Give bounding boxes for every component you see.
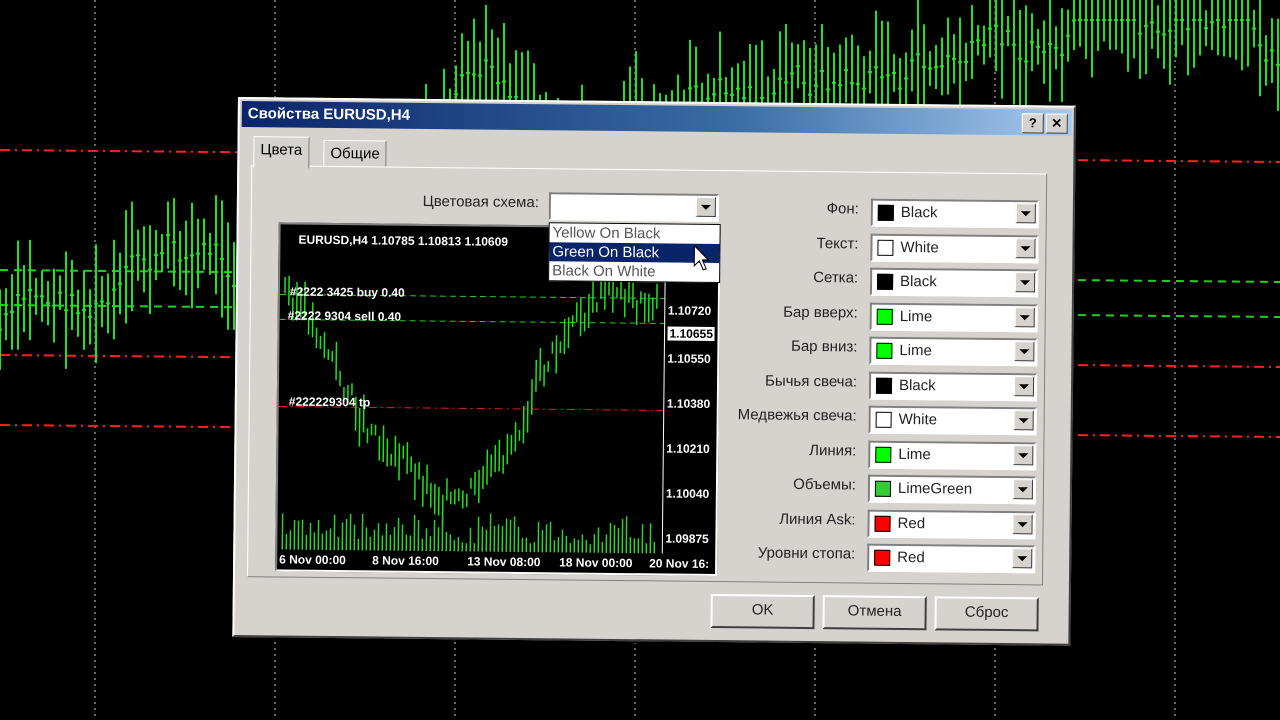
- scheme-option-yellow-on-black[interactable]: Yellow On Black: [549, 223, 719, 244]
- setting-color-value: Lime: [899, 341, 932, 360]
- setting-label: Линия Ask:: [779, 510, 856, 528]
- setting-label: Уровни стопа:: [757, 544, 856, 563]
- color-swatch-icon: [877, 204, 894, 221]
- color-swatch-icon: [877, 239, 894, 256]
- time-tick: 18 Nov 00:00: [559, 555, 633, 571]
- cancel-button[interactable]: Отмена: [822, 595, 927, 631]
- help-button[interactable]: ?: [1021, 113, 1044, 134]
- setting-color-select[interactable]: Red: [867, 543, 1036, 574]
- chevron-down-icon[interactable]: [1012, 479, 1034, 500]
- setting-color-value: Black: [900, 203, 938, 222]
- setting-label: Объемы:: [793, 475, 857, 494]
- chart-properties-dialog: Свойства EURUSD,H4 ? ✕ Цвета Общие Цвето…: [232, 97, 1076, 646]
- setting-color-value: Lime: [899, 307, 933, 325]
- chevron-down-icon[interactable]: [1014, 341, 1035, 362]
- color-swatch-icon: [875, 411, 892, 428]
- setting-color-select[interactable]: Lime: [869, 302, 1038, 332]
- setting-color-select[interactable]: Black: [870, 198, 1039, 229]
- setting-color-select[interactable]: LimeGreen: [867, 474, 1037, 505]
- setting-color-select[interactable]: White: [870, 233, 1039, 263]
- chevron-down-icon[interactable]: [1013, 410, 1034, 431]
- order-label-sell: #2222 9304 sell 0.40: [287, 308, 402, 324]
- color-swatch-icon: [875, 446, 892, 463]
- setting-color-select[interactable]: Red: [867, 509, 1036, 539]
- time-tick: 6 Nov 00:00: [279, 552, 346, 568]
- color-swatch-icon: [875, 377, 893, 394]
- color-swatch-icon: [876, 308, 893, 325]
- setting-label: Медвежья свеча:: [737, 406, 857, 425]
- dialog-title: Свойства EURUSD,H4: [247, 105, 411, 124]
- setting-label: Бар вверх:: [783, 303, 858, 322]
- chevron-down-icon[interactable]: [1015, 203, 1036, 224]
- chevron-down-icon[interactable]: [1012, 548, 1033, 569]
- chevron-down-icon[interactable]: [1013, 444, 1034, 465]
- setting-color-select[interactable]: Black: [869, 267, 1039, 298]
- setting-label: Фон:: [826, 200, 859, 218]
- preview-header: EURUSD,H4 1.10785 1.10813 1.10609: [298, 232, 509, 249]
- tab-general[interactable]: Общие: [323, 139, 387, 169]
- setting-color-value: LimeGreen: [897, 479, 973, 498]
- setting-color-select[interactable]: Lime: [869, 336, 1038, 367]
- setting-color-value: Red: [897, 514, 926, 532]
- color-swatch-icon: [874, 515, 891, 532]
- mouse-cursor-icon: [693, 244, 710, 271]
- setting-label: Линия:: [809, 441, 857, 459]
- close-button[interactable]: ✕: [1045, 113, 1068, 134]
- setting-color-value: Black: [900, 272, 937, 291]
- time-tick: 8 Nov 16:00: [372, 553, 439, 569]
- chevron-down-icon[interactable]: [1012, 513, 1033, 534]
- color-swatch-icon: [876, 342, 893, 359]
- tab-colors[interactable]: Цвета: [253, 136, 310, 169]
- setting-label: Бычья свеча:: [764, 372, 858, 390]
- chevron-down-icon[interactable]: [1015, 237, 1036, 258]
- color-swatch-icon: [874, 549, 891, 566]
- order-label-tp: #222229304 tp: [288, 394, 371, 410]
- setting-color-value: Red: [897, 548, 925, 567]
- order-label-buy: #2222 3425 buy 0.40: [289, 284, 405, 300]
- chevron-down-icon[interactable]: [1014, 272, 1036, 293]
- setting-color-select[interactable]: Black: [868, 371, 1038, 401]
- setting-label: Бар вниз:: [790, 337, 858, 356]
- color-swatch-icon: [874, 480, 892, 497]
- chevron-down-icon[interactable]: [1013, 375, 1035, 396]
- setting-color-value: White: [898, 410, 938, 429]
- color-scheme-label: Цветовая схема:: [422, 192, 539, 212]
- setting-color-value: Black: [898, 376, 936, 394]
- time-tick: 13 Nov 08:00: [467, 554, 541, 570]
- color-swatch-icon: [877, 273, 894, 290]
- title-bar: Свойства EURUSD,H4 ? ✕: [241, 101, 1072, 136]
- chevron-down-icon[interactable]: [1014, 306, 1035, 327]
- reset-button[interactable]: Сброс: [934, 596, 1039, 632]
- setting-color-select[interactable]: White: [868, 405, 1037, 436]
- setting-color-select[interactable]: Lime: [868, 440, 1037, 470]
- ok-button[interactable]: OK: [710, 593, 815, 630]
- setting-color-value: Lime: [898, 445, 931, 463]
- setting-color-value: White: [900, 238, 939, 256]
